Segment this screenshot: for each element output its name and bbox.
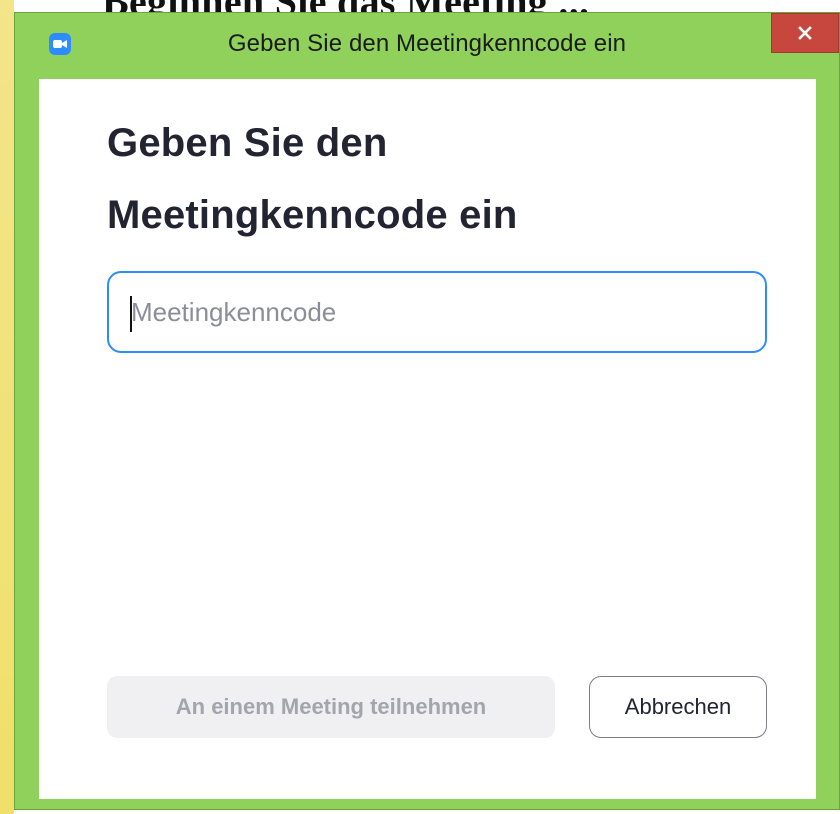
text-cursor bbox=[130, 296, 132, 332]
close-button[interactable] bbox=[771, 13, 839, 53]
dialog-window: Geben Sie den Meetingkenncode ein Geben … bbox=[14, 12, 840, 810]
desktop-background-left bbox=[0, 0, 14, 814]
meeting-passcode-field[interactable] bbox=[107, 271, 767, 353]
dialog-heading-line1: Geben Sie den bbox=[107, 121, 388, 165]
close-icon bbox=[798, 26, 812, 40]
dialog-heading: Geben Sie den Meetingkenncode ein bbox=[107, 107, 727, 251]
window-title: Geben Sie den Meetingkenncode ein bbox=[227, 30, 627, 57]
dialog-heading-line2: Meetingkenncode ein bbox=[107, 193, 518, 237]
dialog-content: Geben Sie den Meetingkenncode ein An ein… bbox=[39, 79, 816, 799]
window-titlebar[interactable]: Geben Sie den Meetingkenncode ein bbox=[15, 13, 839, 79]
join-meeting-button[interactable]: An einem Meeting teilnehmen bbox=[107, 676, 555, 738]
cancel-button[interactable]: Abbrechen bbox=[589, 676, 767, 738]
meeting-passcode-input[interactable] bbox=[109, 273, 765, 351]
